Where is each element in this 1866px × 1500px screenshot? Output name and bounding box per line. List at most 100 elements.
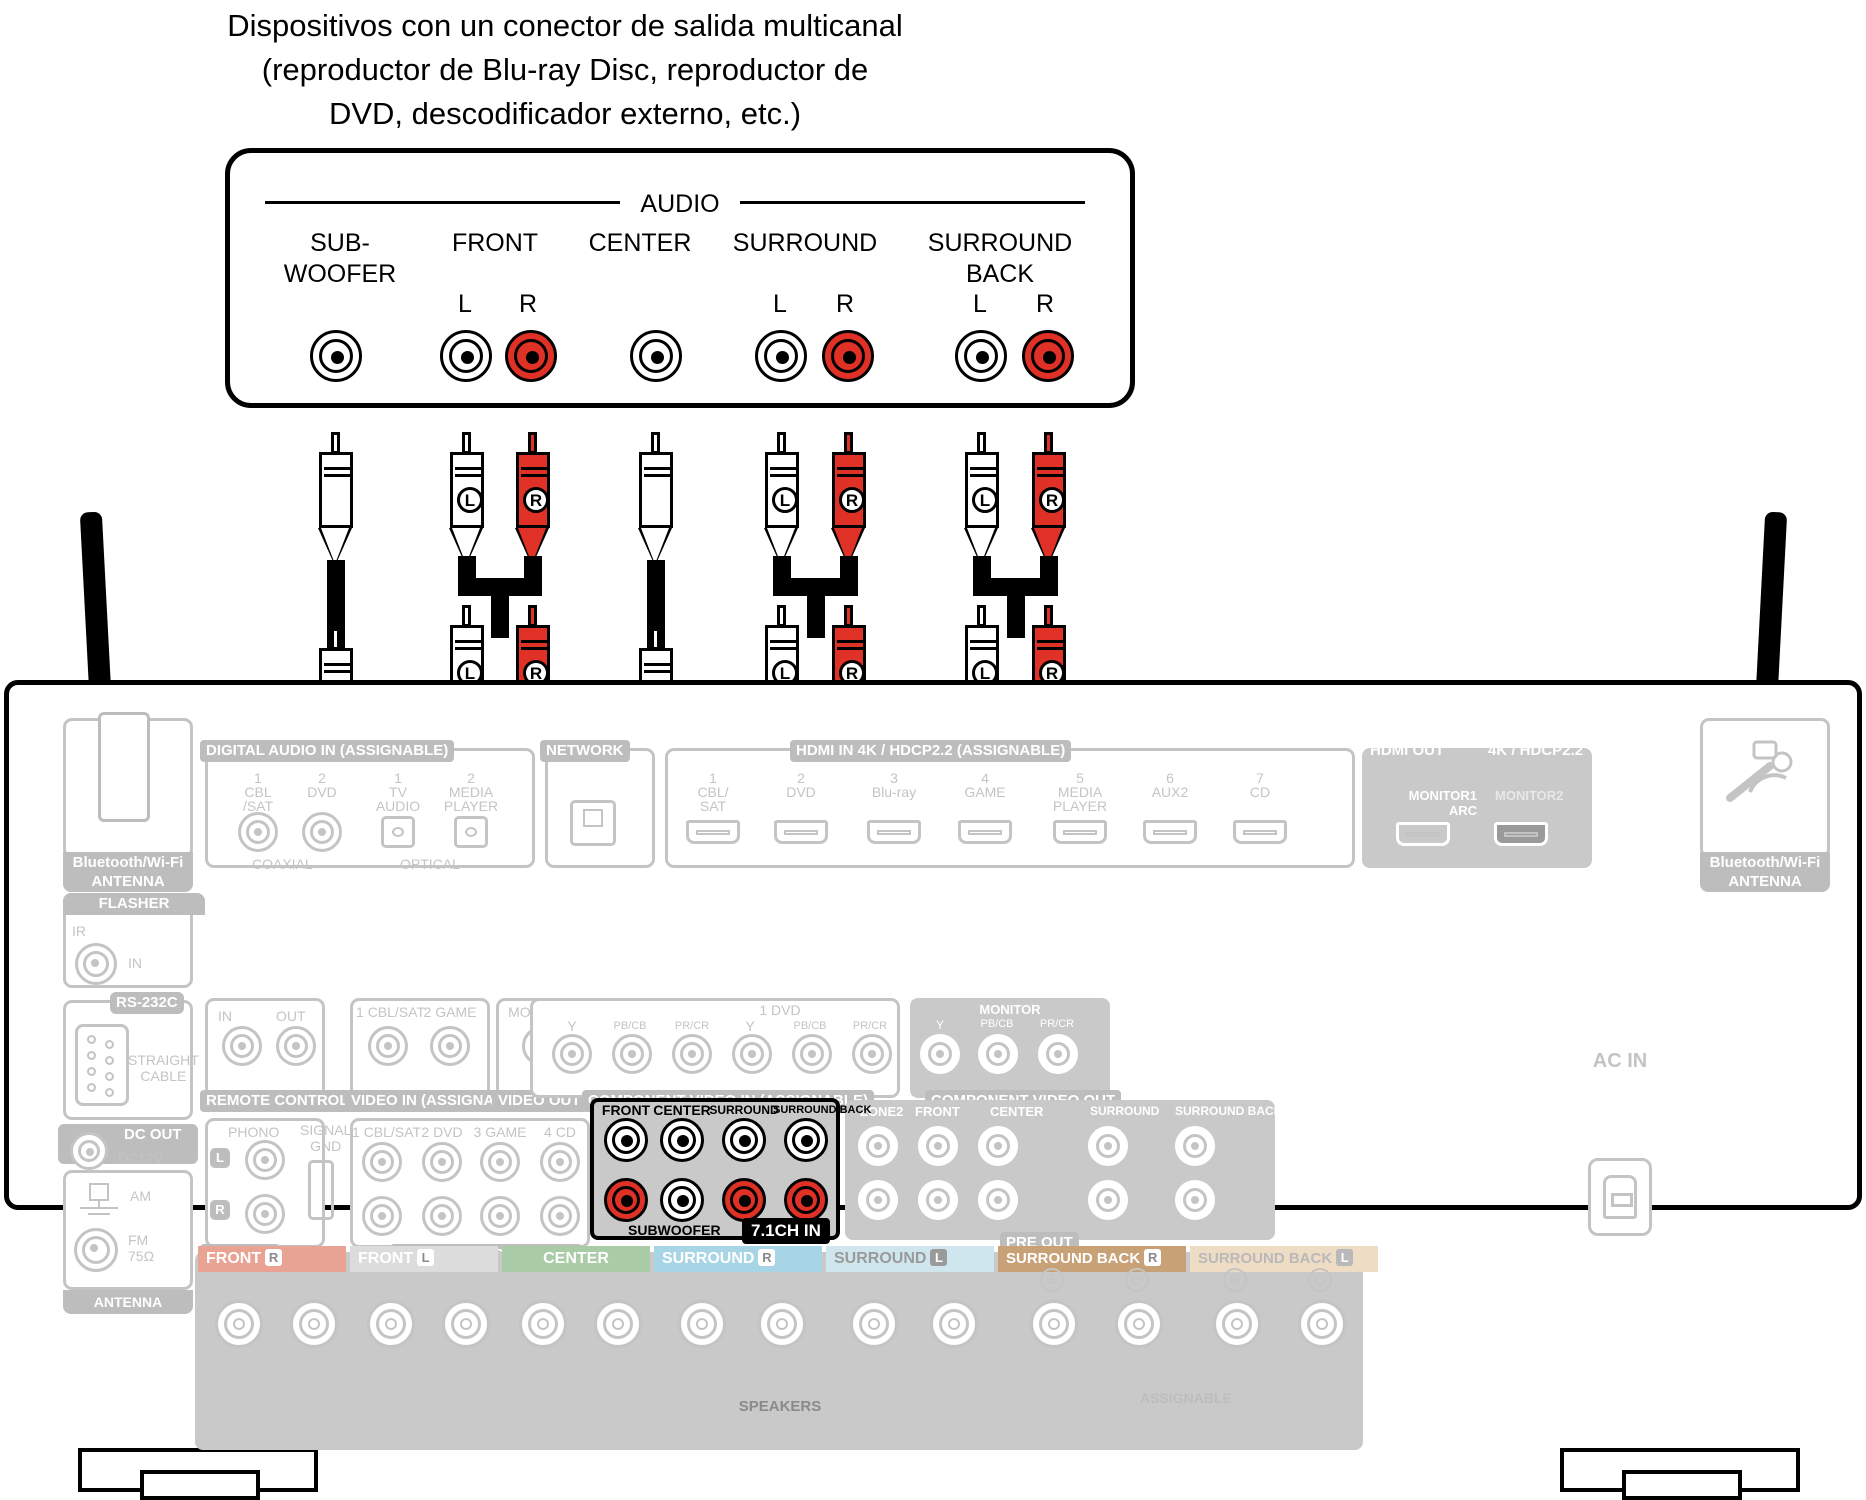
rs232c-dsub-icon[interactable] xyxy=(75,1024,129,1106)
ch71-sb-l-jack[interactable] xyxy=(784,1118,828,1162)
pre-out-surround-l-jack[interactable] xyxy=(1088,1126,1128,1166)
component-1-pr-jack[interactable] xyxy=(672,1034,712,1074)
optical-2-jack[interactable] xyxy=(454,816,488,848)
hdmi-out-monitor2-port[interactable] xyxy=(1494,822,1548,846)
pre-out-zone2-l-jack[interactable] xyxy=(858,1126,898,1166)
component-2-pr-jack[interactable] xyxy=(852,1034,892,1074)
sp-post-front-r-plus[interactable] xyxy=(215,1300,263,1348)
ch71-surround-l-jack[interactable] xyxy=(722,1118,766,1162)
sp-post-surround-r-minus[interactable] xyxy=(758,1300,806,1348)
audio-in-4-l-jack[interactable] xyxy=(540,1142,580,1182)
component-y-2: Y xyxy=(745,1018,755,1034)
hdmi-in-port-4[interactable] xyxy=(958,820,1012,844)
pre-out-surround-r-jack[interactable] xyxy=(1088,1180,1128,1220)
hdmi-out-monitor1-port[interactable] xyxy=(1396,822,1450,846)
ch71-front-l-jack[interactable] xyxy=(604,1118,648,1162)
ch71-sb-r-jack[interactable] xyxy=(784,1178,828,1222)
hdmi-in-port-3[interactable] xyxy=(867,820,921,844)
remote-in-jack[interactable] xyxy=(222,1026,262,1066)
speakers-panel xyxy=(195,1252,1363,1450)
component-1-y-jack[interactable] xyxy=(552,1034,592,1074)
video-in-1-label: 1 CBL/SAT xyxy=(356,1004,425,1020)
hdmi-in-port-7[interactable] xyxy=(1233,820,1287,844)
device-jack-front-l[interactable] xyxy=(440,330,492,382)
audio-in-4-r-jack[interactable] xyxy=(540,1196,580,1236)
ch71-center-jack[interactable] xyxy=(660,1118,704,1162)
network-lan-jack[interactable] xyxy=(570,800,616,846)
sp-post-sb-l-plus[interactable] xyxy=(1213,1300,1261,1348)
sp-post-center-minus[interactable] xyxy=(594,1300,642,1348)
flasher-ir-in-jack[interactable] xyxy=(75,943,117,985)
sp-post-front-l-plus[interactable] xyxy=(367,1300,415,1348)
pre-out-sb-r-jack[interactable] xyxy=(1175,1180,1215,1220)
sp-post-surround-l-plus[interactable] xyxy=(850,1300,898,1348)
hdmi-in-port-2[interactable] xyxy=(774,820,828,844)
am-antenna-icon xyxy=(76,1178,122,1218)
sp-post-front-l-minus[interactable] xyxy=(442,1300,490,1348)
video-in-2-jack[interactable] xyxy=(430,1026,470,1066)
signal-gnd-l2: GND xyxy=(310,1138,342,1154)
optical-1-jack[interactable] xyxy=(381,816,415,848)
audio-in-1-l-jack[interactable] xyxy=(362,1142,402,1182)
sp-post-surround-l-minus[interactable] xyxy=(930,1300,978,1348)
phono-l-jack[interactable] xyxy=(245,1140,285,1180)
hdmi-in-port-5[interactable] xyxy=(1053,820,1107,844)
pre-out-center-jack[interactable] xyxy=(978,1126,1018,1166)
component-monitor-label: MONITOR xyxy=(979,1002,1041,1017)
pre-out-subwoofer-jack[interactable] xyxy=(978,1180,1018,1220)
device-jack-sb-r[interactable] xyxy=(1022,330,1074,382)
plug-pin-icon xyxy=(844,432,853,454)
component-1-pb-jack[interactable] xyxy=(612,1034,652,1074)
hdmi-in-port-1[interactable] xyxy=(686,820,740,844)
audio-in-2-l-jack[interactable] xyxy=(422,1142,462,1182)
device-jack-surround-r[interactable] xyxy=(822,330,874,382)
fm-antenna-jack[interactable] xyxy=(74,1228,118,1272)
left-antenna-base[interactable] xyxy=(98,712,150,822)
component-2-y-jack[interactable] xyxy=(732,1034,772,1074)
remote-control-header: REMOTE CONTROL xyxy=(200,1090,355,1112)
audio-in-2-r-jack[interactable] xyxy=(422,1196,462,1236)
device-jack-subwoofer[interactable] xyxy=(310,330,362,382)
plug-pin-icon xyxy=(777,605,786,627)
plug-ring2-icon xyxy=(1037,647,1063,650)
device-jack-front-r[interactable] xyxy=(505,330,557,382)
pre-out-front-l-jack[interactable] xyxy=(918,1126,958,1166)
coax-2-jack[interactable] xyxy=(302,812,342,852)
ch71-front-r-jack[interactable] xyxy=(604,1178,648,1222)
remote-out-jack[interactable] xyxy=(276,1026,316,1066)
ch71-subwoofer-jack[interactable] xyxy=(660,1178,704,1222)
sp-post-sb-r-minus[interactable] xyxy=(1115,1300,1163,1348)
component-y-1: Y xyxy=(567,1018,577,1034)
pre-out-zone2-r-jack[interactable] xyxy=(858,1180,898,1220)
ac-in-socket[interactable] xyxy=(1588,1158,1652,1236)
component-2-pb-jack[interactable] xyxy=(792,1034,832,1074)
signal-gnd-terminal[interactable] xyxy=(308,1160,334,1220)
audio-in-3-l-jack[interactable] xyxy=(480,1142,520,1182)
component-out-pr-jack[interactable] xyxy=(1038,1034,1078,1074)
hdmi-in-port-6[interactable] xyxy=(1143,820,1197,844)
sp-post-surround-r-plus[interactable] xyxy=(678,1300,726,1348)
coax-1-jack[interactable] xyxy=(238,812,278,852)
device-jack-surround-l[interactable] xyxy=(755,330,807,382)
audio-in-1-r-jack[interactable] xyxy=(362,1196,402,1236)
channel-letter-front-l: L xyxy=(458,290,472,318)
sp-post-sb-l-minus[interactable] xyxy=(1298,1300,1346,1348)
plug-body xyxy=(639,452,673,528)
plug-pin-icon xyxy=(651,628,660,650)
pre-out-sb-l-jack[interactable] xyxy=(1175,1126,1215,1166)
component-1-dvd-label: 1 DVD xyxy=(759,1002,801,1018)
ch71-surround-r-jack[interactable] xyxy=(722,1178,766,1222)
device-jack-center[interactable] xyxy=(630,330,682,382)
dc-out-jack[interactable] xyxy=(70,1132,108,1170)
video-in-1-jack[interactable] xyxy=(368,1026,408,1066)
device-jack-sb-l[interactable] xyxy=(955,330,1007,382)
sp-post-sb-r-plus[interactable] xyxy=(1030,1300,1078,1348)
sp-post-center-plus[interactable] xyxy=(519,1300,567,1348)
speaker-label-surround-l-text: SURROUND xyxy=(834,1250,927,1267)
pre-out-front-r-jack[interactable] xyxy=(918,1180,958,1220)
audio-in-3-r-jack[interactable] xyxy=(480,1196,520,1236)
component-out-y-jack[interactable] xyxy=(920,1034,960,1074)
sp-post-front-r-minus[interactable] xyxy=(290,1300,338,1348)
component-out-pb-jack[interactable] xyxy=(978,1034,1018,1074)
phono-r-jack[interactable] xyxy=(245,1194,285,1234)
